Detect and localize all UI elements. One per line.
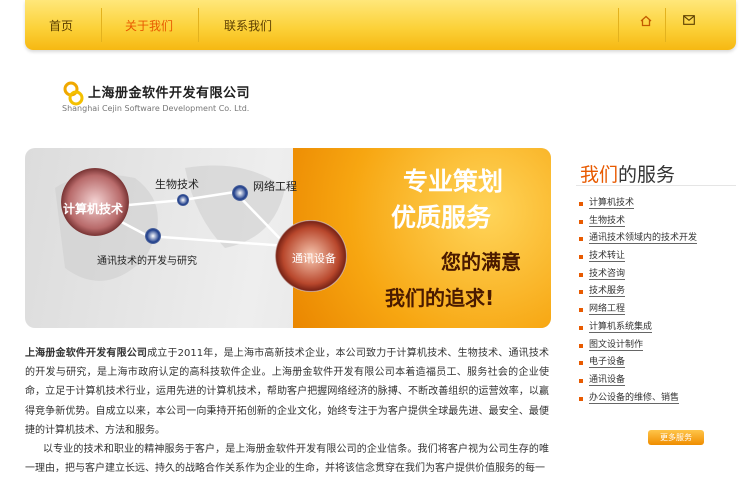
logo-english-name: Shanghai Cejin Software Development Co. … (62, 104, 250, 113)
service-item[interactable]: 网络工程 (576, 301, 736, 319)
more-services-button[interactable]: 更多服务 (648, 430, 704, 445)
intro-paragraph-1: 上海册金软件开发有限公司成立于2011年，是上海市高新技术企业，本公司致力于计算… (25, 348, 549, 436)
service-item[interactable]: 通讯设备 (576, 372, 736, 390)
company-intro: 上海册金软件开发有限公司成立于2011年，是上海市高新技术企业，本公司致力于计算… (25, 344, 549, 478)
service-item[interactable]: 办公设备的维修、销售 (576, 390, 736, 408)
service-item[interactable]: 技术服务 (576, 283, 736, 301)
mail-icon[interactable] (682, 15, 696, 29)
hero-banner: 计算机技术 生物技术 网络工程 通讯技术的开发与研究 通讯设备 专业策划 优质服… (25, 148, 551, 328)
services-list: 计算机技术 生物技术 通讯技术领域内的技术开发 技术转让 技术咨询 技术服务 网… (576, 195, 736, 407)
nav-divider (665, 8, 666, 42)
service-item[interactable]: 电子设备 (576, 354, 736, 372)
logo-company-name: 上海册金软件开发有限公司 (88, 86, 251, 101)
node-label: 通讯技术的开发与研究 (97, 256, 197, 267)
service-item[interactable]: 技术咨询 (576, 266, 736, 284)
node-label: 生物技术 (155, 178, 199, 191)
nav-contact[interactable]: 联系我们 (224, 17, 272, 34)
company-logo[interactable]: 上海册金软件开发有限公司 Shanghai Cejin Software Dev… (62, 80, 272, 122)
node-dot (145, 228, 161, 244)
services-title: 我们的服务 (580, 164, 676, 186)
banner-slogan-3: 您的满意 (441, 250, 521, 274)
nav-divider (101, 8, 102, 42)
service-item[interactable]: 生物技术 (576, 213, 736, 231)
service-item[interactable]: 图文设计制作 (576, 337, 736, 355)
nav-divider (618, 8, 619, 42)
service-item[interactable]: 通讯技术领域内的技术开发 (576, 230, 736, 248)
service-item[interactable]: 计算机系统集成 (576, 319, 736, 337)
service-item[interactable]: 技术转让 (576, 248, 736, 266)
house-icon[interactable] (639, 15, 653, 29)
service-item[interactable]: 计算机技术 (576, 195, 736, 213)
node-label: 通讯设备 (292, 252, 336, 265)
nav-divider (198, 8, 199, 42)
intro-paragraph-2: 以专业的技术和职业的精神服务于客户，是上海册金软件开发有限公司的企业信条。我们将… (25, 444, 549, 475)
banner-slogan-4: 我们的追求! (385, 286, 495, 310)
node-dot (177, 194, 189, 206)
services-divider (576, 185, 736, 186)
top-nav-bar: 首页 关于我们 联系我们 (25, 0, 736, 50)
banner-slogan-2: 优质服务 (391, 203, 492, 232)
banner-slogan-1: 专业策划 (403, 167, 504, 196)
nav-home[interactable]: 首页 (49, 17, 73, 34)
intro-company-name: 上海册金软件开发有限公司 (25, 348, 148, 359)
node-label: 网络工程 (253, 180, 297, 193)
node-label: 计算机技术 (63, 202, 124, 216)
node-dot (232, 185, 248, 201)
nav-about[interactable]: 关于我们 (125, 17, 173, 34)
